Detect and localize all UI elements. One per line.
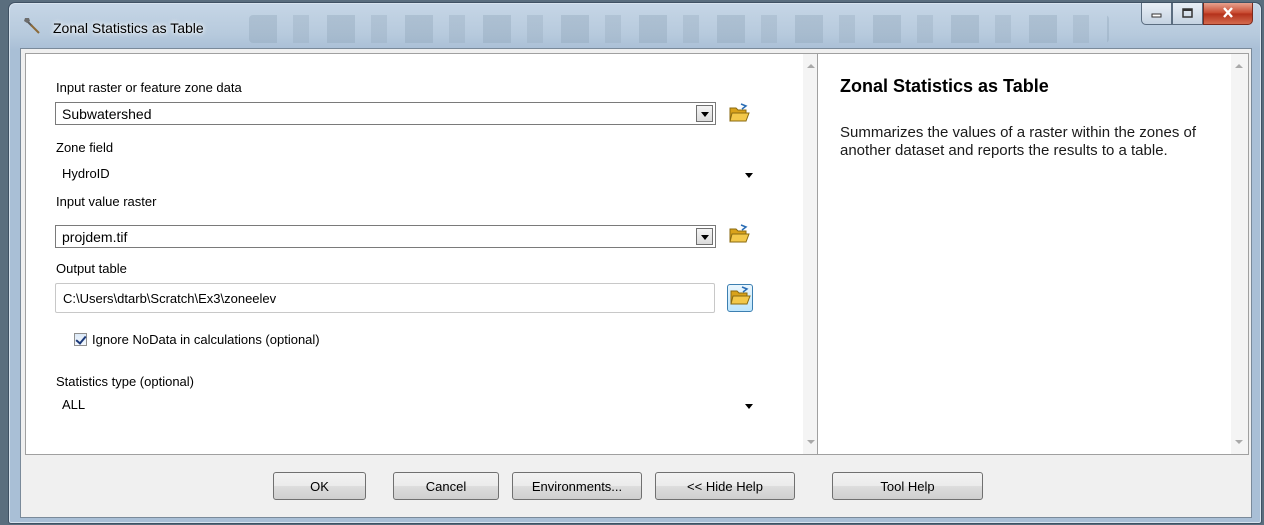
output-table-label: Output table	[56, 261, 127, 276]
tool-help-button[interactable]: Tool Help	[832, 472, 983, 500]
input-zone-label: Input raster or feature zone data	[56, 80, 242, 95]
input-value-combobox[interactable]: projdem.tif	[55, 225, 716, 248]
parameters-panel: Input raster or feature zone data Subwat…	[25, 53, 821, 455]
chevron-down-icon	[745, 404, 753, 409]
ignore-nodata-checkbox[interactable]	[74, 333, 87, 346]
input-zone-combobox[interactable]: Subwatershed	[55, 102, 716, 125]
maximize-button[interactable]	[1172, 3, 1203, 25]
input-value-dropdown-button[interactable]	[696, 228, 713, 245]
window-controls	[1141, 3, 1253, 25]
output-table-value: C:\Users\dtarb\Scratch\Ex3\zoneelev	[63, 291, 277, 306]
help-scrollbar[interactable]	[1231, 54, 1248, 454]
scroll-up-icon[interactable]	[1235, 64, 1243, 68]
ignore-nodata-label: Ignore NoData in calculations (optional)	[92, 332, 320, 347]
input-zone-browse-button[interactable]	[727, 102, 753, 130]
maximize-icon	[1182, 6, 1193, 21]
scroll-down-icon[interactable]	[1235, 440, 1243, 444]
cancel-button[interactable]: Cancel	[393, 472, 499, 500]
zone-field-combobox[interactable]: HydroID	[55, 160, 761, 188]
chevron-down-icon	[745, 173, 753, 178]
input-value-value: projdem.tif	[62, 229, 128, 245]
background-app-toolbar	[249, 15, 1109, 43]
stat-type-combobox[interactable]: ALL	[55, 391, 761, 419]
output-table-browse-button[interactable]	[727, 284, 753, 312]
open-folder-icon	[727, 103, 751, 129]
input-value-browse-button[interactable]	[727, 223, 753, 251]
stat-type-value: ALL	[62, 397, 86, 412]
input-value-label: Input value raster	[56, 194, 157, 209]
zone-field-value: HydroID	[62, 166, 110, 181]
chevron-down-icon	[701, 235, 709, 240]
output-table-input[interactable]: C:\Users\dtarb\Scratch\Ex3\zoneelev	[55, 283, 715, 313]
stat-type-label: Statistics type (optional)	[56, 374, 195, 389]
help-title: Zonal Statistics as Table	[840, 76, 1049, 96]
hide-help-button[interactable]: << Hide Help	[655, 472, 795, 500]
minimize-button[interactable]	[1141, 3, 1172, 25]
environments-button[interactable]: Environments...	[512, 472, 642, 500]
window-title: Zonal Statistics as Table	[53, 20, 204, 36]
scroll-down-icon[interactable]	[807, 440, 815, 444]
dialog-window: Zonal Statistics as Table Input raster o…	[8, 2, 1262, 524]
minimize-icon	[1151, 6, 1162, 21]
help-description: Summarizes the values of a raster within…	[840, 124, 1197, 159]
open-folder-icon	[728, 286, 752, 312]
close-icon	[1222, 6, 1234, 21]
open-folder-icon	[727, 224, 751, 250]
help-panel: Zonal Statistics as Table Summarizes the…	[817, 53, 1249, 455]
input-zone-value: Subwatershed	[62, 106, 152, 122]
scroll-up-icon[interactable]	[807, 64, 815, 68]
title-bar[interactable]: Zonal Statistics as Table	[9, 3, 1261, 47]
dialog-body: Input raster or feature zone data Subwat…	[20, 48, 1252, 518]
chevron-down-icon	[701, 112, 709, 117]
zone-field-label: Zone field	[56, 140, 114, 155]
input-zone-dropdown-button[interactable]	[696, 105, 713, 122]
ok-button[interactable]: OK	[273, 472, 366, 500]
close-button[interactable]	[1203, 3, 1253, 25]
hammer-icon	[23, 17, 41, 35]
